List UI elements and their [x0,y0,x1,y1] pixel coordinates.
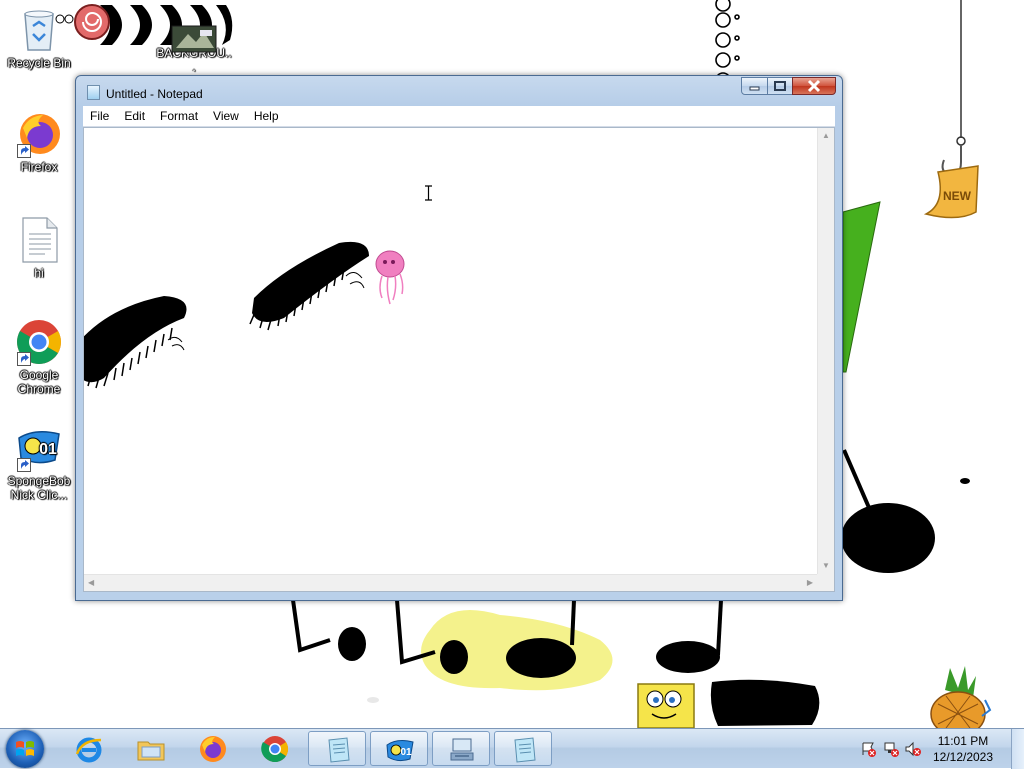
windows-logo-icon [16,741,34,756]
firefox-icon [15,110,63,158]
spongebob-doodle [637,683,695,728]
green-wedge-doodle [842,201,881,373]
minimize-button[interactable] [741,77,768,95]
desktop-icon-label: Google Chrome [17,368,61,396]
maximize-button[interactable] [767,77,793,95]
image-file-icon [170,2,218,53]
spongebob-game-icon: 01 [15,424,63,472]
notepad-icon [87,85,100,100]
taskbar-notepad[interactable] [308,731,366,766]
system-tray: 11:01 PM 12/12/2023 [859,729,1024,769]
taskbar-chrome[interactable] [246,731,304,766]
close-icon [807,79,821,93]
taskbar-windows-explorer[interactable] [122,731,180,766]
scroll-left-icon[interactable]: ◀ [88,579,94,587]
start-button[interactable] [6,730,44,768]
notepad-doodles [84,241,405,389]
svg-text:01: 01 [39,441,57,458]
desktop-icon-firefox[interactable]: Firefox [1,110,77,174]
desktop-icon-google-chrome[interactable]: Google Chrome [1,318,77,396]
close-button[interactable] [792,77,836,95]
desktop-icon-hi[interactable]: hi [1,216,77,280]
internet-explorer-icon [75,737,102,763]
spongebob-game-icon: 01 [386,740,414,762]
fish-hook-doodle: NEW [923,0,979,219]
volume-muted-icon[interactable] [905,741,921,757]
pineapple-doodle [930,666,992,728]
firefox-icon [200,736,226,762]
horizontal-scrollbar[interactable]: ◀ ▶ [84,574,817,591]
menu-file[interactable]: File [83,109,117,123]
taskbar-internet-explorer[interactable] [60,731,118,766]
caption-buttons [741,77,836,96]
desktop-icon-label: hi [34,266,44,280]
clock[interactable]: 11:01 PM 12/12/2023 [928,733,998,765]
menu-view[interactable]: View [206,109,247,123]
taskbar-network-program[interactable] [432,731,490,766]
music-note-doodle [841,449,970,573]
menu-help[interactable]: Help [247,109,287,123]
taskbar-notepad-2[interactable] [494,731,552,766]
scroll-right-icon[interactable]: ▶ [807,579,813,587]
shortcut-arrow-icon [17,352,31,366]
chrome-icon [261,736,289,763]
menu-edit[interactable]: Edit [117,109,153,123]
text-cursor-icon [425,185,432,201]
notepad-window[interactable]: Untitled - Notepad File Edit Format View… [75,75,843,601]
vertical-scrollbar[interactable]: ▲ ▼ [817,128,834,574]
taskbar-firefox[interactable] [184,731,242,766]
text-file-icon [15,216,63,264]
scroll-up-icon[interactable]: ▲ [822,132,830,140]
windows-explorer-icon [137,741,165,761]
resize-grip[interactable] [817,574,834,591]
recycle-bin-icon [15,6,63,54]
shortcut-arrow-icon [17,458,31,472]
shortcut-arrow-icon [17,144,31,158]
black-blob-doodle [710,679,820,726]
notepad-icon [328,737,350,763]
maximize-icon [774,81,786,91]
jellyfish-doodle [375,250,405,305]
music-notes-bottom-doodle [291,599,723,678]
svg-text:01: 01 [400,747,412,758]
taskbar-spongebob-game[interactable]: 01 [370,731,428,766]
caterpillar-doodle [84,296,187,389]
window-title: Untitled - Notepad [106,87,203,101]
clock-date: 12/12/2023 [932,750,994,764]
network-program-icon [450,738,474,761]
menu-bar: File Edit Format View Help [83,106,835,127]
desktop-icon-label: SpongeBob Nick Clic... [7,474,71,502]
desktop-icon-spongebob[interactable]: 01 SpongeBob Nick Clic... [1,424,77,502]
desktop-icon-label: Recycle Bin [7,56,71,70]
new-sticker-text: NEW [943,189,972,203]
chrome-icon [15,318,63,366]
desktop-icon-recycle-bin[interactable]: Recycle Bin [1,6,77,70]
taskbar: 01 11:01 PM 12/12/2023 [0,728,1024,769]
action-center-alert-icon[interactable] [861,741,877,757]
editor: ▲ ▼ ◀ ▶ [83,127,835,592]
title-bar[interactable]: Untitled - Notepad [76,76,842,106]
show-desktop-button[interactable] [1011,729,1024,769]
clock-time: 11:01 PM [937,734,989,748]
network-alert-icon[interactable] [883,741,899,757]
menu-format[interactable]: Format [153,109,206,123]
desktop-icon-background[interactable]: BACKGROU... [156,2,232,74]
minimize-icon [749,86,760,91]
desktop-icon-label: Firefox [20,160,58,174]
scroll-down-icon[interactable]: ▼ [822,562,830,570]
caterpillar-doodle [249,241,369,331]
yellow-splash-doodle [421,610,613,691]
notepad-icon [514,737,536,763]
